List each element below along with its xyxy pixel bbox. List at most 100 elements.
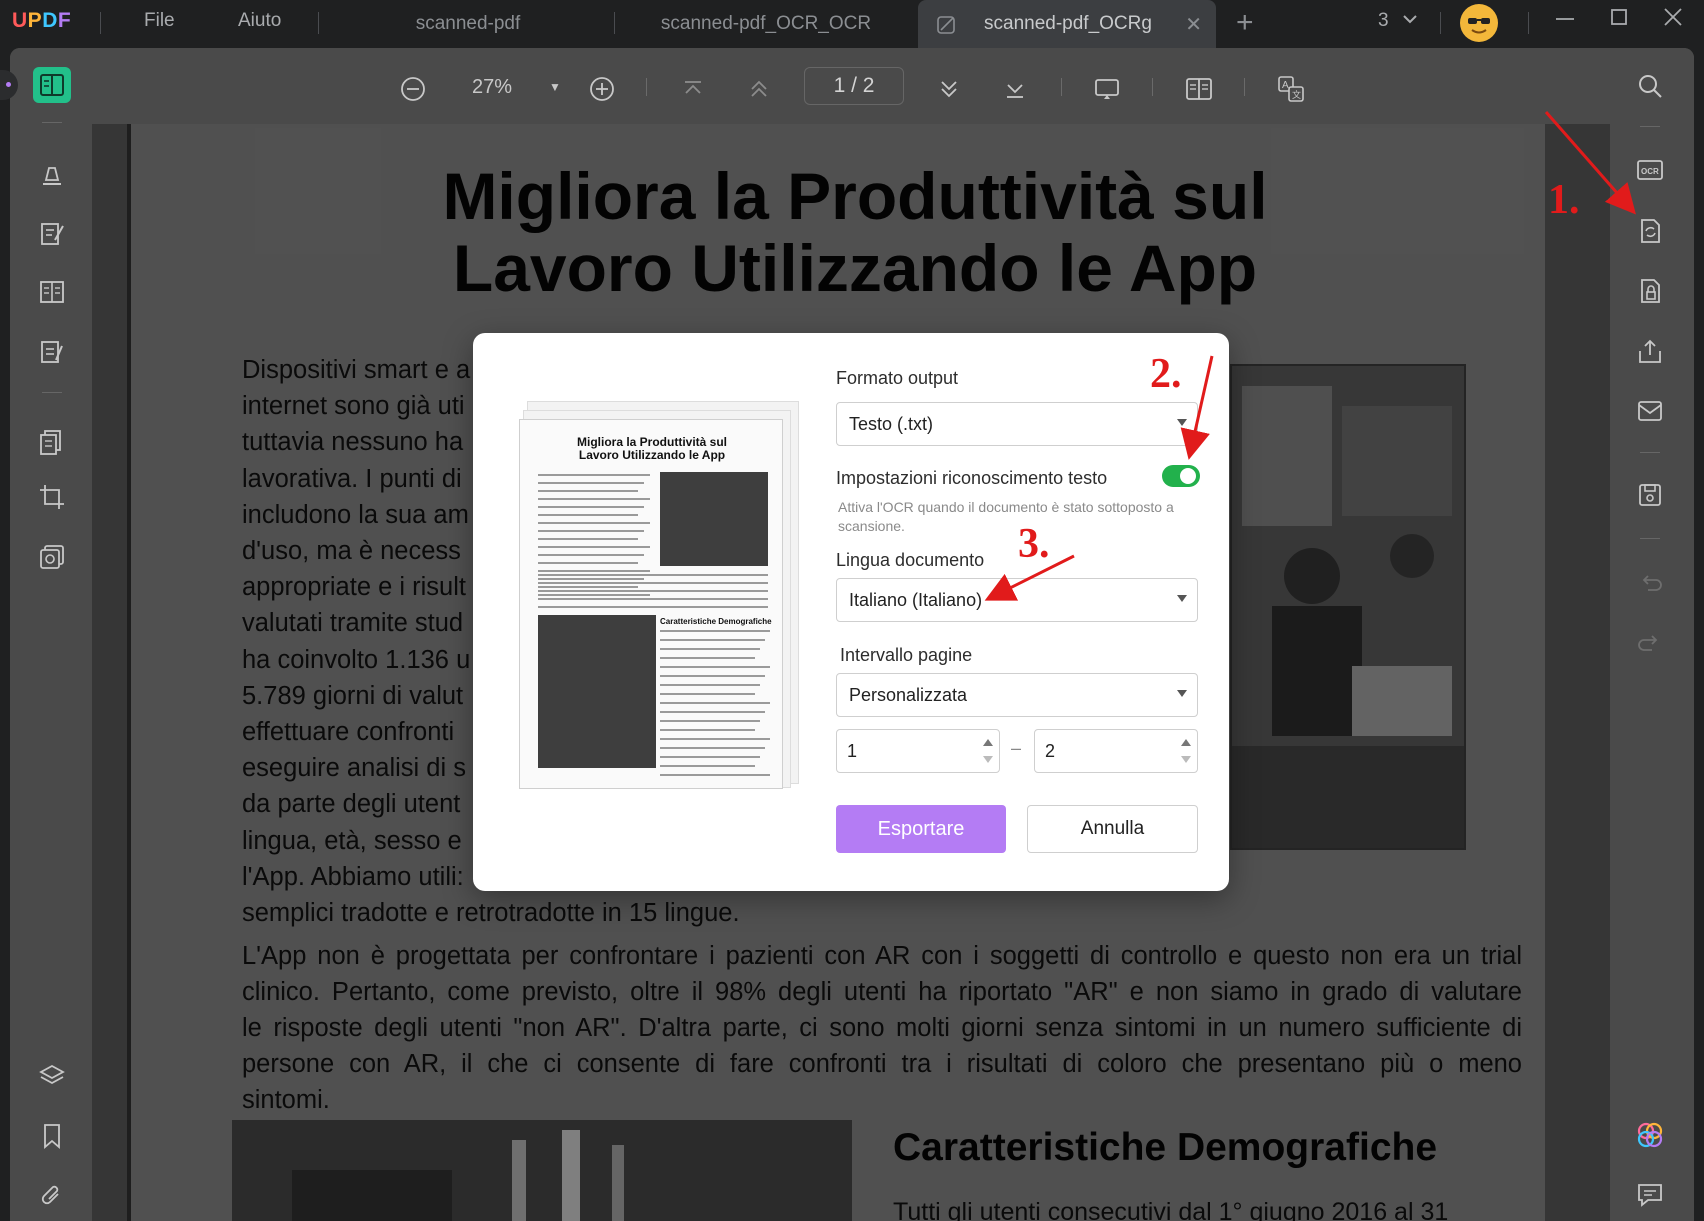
thumbnail-photo — [660, 472, 768, 566]
two-page-icon[interactable] — [1185, 75, 1213, 103]
page-number-field[interactable]: 1 / 2 — [804, 67, 904, 105]
comment-icon[interactable] — [1636, 1181, 1664, 1209]
title-divider — [318, 12, 319, 34]
tab-label: scanned-pdf — [415, 13, 521, 34]
zoom-in-icon[interactable] — [588, 75, 616, 103]
thumbnail-line — [660, 684, 760, 686]
avatar[interactable] — [1460, 4, 1498, 42]
zoom-level[interactable]: 27% — [472, 76, 512, 99]
close-window-icon[interactable] — [1662, 6, 1684, 34]
zoom-out-icon[interactable] — [399, 75, 427, 103]
translate-icon[interactable]: A文 — [1277, 75, 1305, 103]
output-format-label: Formato output — [836, 368, 959, 388]
crop-icon[interactable] — [38, 483, 66, 511]
undo-icon[interactable] — [1636, 568, 1664, 596]
layers-icon[interactable] — [38, 1062, 66, 1090]
highlighter-icon[interactable] — [38, 160, 66, 188]
thumbnail-line — [538, 546, 650, 548]
new-tab-icon[interactable]: + — [1236, 6, 1254, 40]
output-format-select[interactable]: Testo (.txt) — [836, 402, 1198, 446]
spin-down-icon[interactable] — [1181, 756, 1191, 763]
tab-scanned-pdf-ocr-ocr[interactable]: scanned-pdf_OCR_OCR — [640, 0, 892, 48]
toolbar-divider — [1061, 78, 1062, 96]
page-tools-icon[interactable] — [38, 428, 66, 456]
tab-scanned-pdf[interactable]: scanned-pdf — [350, 0, 586, 48]
share-icon[interactable] — [1636, 337, 1664, 365]
ai-icon[interactable] — [1636, 1121, 1664, 1149]
thumbnail-line — [660, 702, 770, 704]
menu-help[interactable]: Aiuto — [238, 10, 281, 32]
close-tab-icon[interactable]: ✕ — [1185, 12, 1202, 37]
protect-icon[interactable] — [1636, 277, 1664, 305]
title-divider — [1440, 12, 1441, 34]
reader-mode-button[interactable] — [33, 67, 71, 103]
dropdown-arrow-icon — [1177, 595, 1187, 602]
thumbnail-line — [538, 554, 644, 556]
prev-page-icon[interactable] — [745, 75, 773, 103]
svg-text:文: 文 — [1292, 89, 1301, 100]
thumbnail-line — [660, 666, 770, 668]
reader-icon — [40, 74, 64, 96]
attachment-icon[interactable] — [38, 1182, 66, 1210]
toolbar-divider — [1244, 78, 1245, 96]
thumbnail-photo — [538, 615, 656, 768]
thumbnail-line — [660, 774, 770, 776]
range-separator: – — [1011, 738, 1022, 758]
svg-text:OCR: OCR — [1641, 167, 1659, 176]
page-range-to-input[interactable]: 2 — [1034, 729, 1198, 773]
zoom-dropdown-icon[interactable]: ▼ — [549, 80, 561, 94]
ocr-settings-label: Impostazioni riconoscimento testo — [836, 468, 1108, 488]
last-page-icon[interactable] — [1001, 75, 1029, 103]
chevron-down-icon[interactable] — [1402, 12, 1418, 29]
first-page-icon[interactable] — [679, 75, 707, 103]
thumbnail-line — [660, 639, 765, 641]
export-button[interactable]: Esportare — [836, 805, 1006, 853]
thumbnail-line — [538, 598, 768, 600]
form-icon[interactable] — [38, 338, 66, 366]
menu-file[interactable]: File — [144, 10, 175, 32]
page-range-value: Personalizzata — [849, 684, 968, 705]
document-language-select[interactable]: Italiano (Italiano) — [836, 578, 1198, 622]
thumbnail-line — [538, 586, 638, 588]
page-range-select[interactable]: Personalizzata — [836, 673, 1198, 717]
thumbnail-line — [538, 522, 650, 524]
dropdown-arrow-icon — [1177, 419, 1187, 426]
page-range-from-input[interactable]: 1 — [836, 729, 1000, 773]
stamp-icon[interactable] — [38, 543, 66, 571]
toolbar-divider — [646, 78, 647, 96]
organize-icon[interactable] — [38, 278, 66, 306]
thumbnail-line — [538, 538, 638, 540]
bookmark-icon[interactable] — [38, 1122, 66, 1150]
thumbnail-line — [660, 630, 770, 632]
edit-pdf-icon[interactable] — [38, 220, 66, 248]
search-icon[interactable] — [1636, 72, 1664, 100]
convert-icon[interactable] — [1636, 217, 1664, 245]
edit-doc-icon — [937, 16, 955, 34]
spin-up-icon[interactable] — [983, 739, 993, 746]
ocr-toggle[interactable] — [1162, 465, 1200, 487]
thumbnail-line — [660, 756, 760, 758]
presentation-icon[interactable] — [1093, 75, 1121, 103]
maximize-icon[interactable] — [1608, 6, 1630, 34]
thumbnail-line — [660, 648, 760, 650]
tab-scanned-pdf-ocrg[interactable]: scanned-pdf_OCRg ✕ — [918, 0, 1216, 48]
spin-up-icon[interactable] — [1181, 739, 1191, 746]
redo-icon[interactable] — [1636, 628, 1664, 656]
sidebar-divider — [1640, 538, 1660, 539]
tab-count[interactable]: 3 — [1378, 10, 1389, 32]
minimize-icon[interactable] — [1554, 6, 1576, 34]
save-icon[interactable] — [1636, 481, 1664, 509]
cancel-button[interactable]: Annulla — [1027, 805, 1198, 853]
next-page-icon[interactable] — [935, 75, 963, 103]
thumbnail-line — [660, 738, 770, 740]
thumbnail-line — [660, 720, 760, 722]
output-format-value: Testo (.txt) — [849, 413, 934, 434]
spin-down-icon[interactable] — [983, 756, 993, 763]
step-3-label: 3. — [1018, 521, 1050, 567]
mail-icon[interactable] — [1636, 397, 1664, 425]
title-bar: UPDF File Aiuto scanned-pdf scanned-pdf_… — [0, 0, 1704, 48]
thumbnail-line — [660, 657, 755, 659]
ocr-icon[interactable]: OCR — [1636, 156, 1664, 184]
thumbnail-line — [660, 711, 765, 713]
sidebar-divider — [42, 122, 62, 123]
